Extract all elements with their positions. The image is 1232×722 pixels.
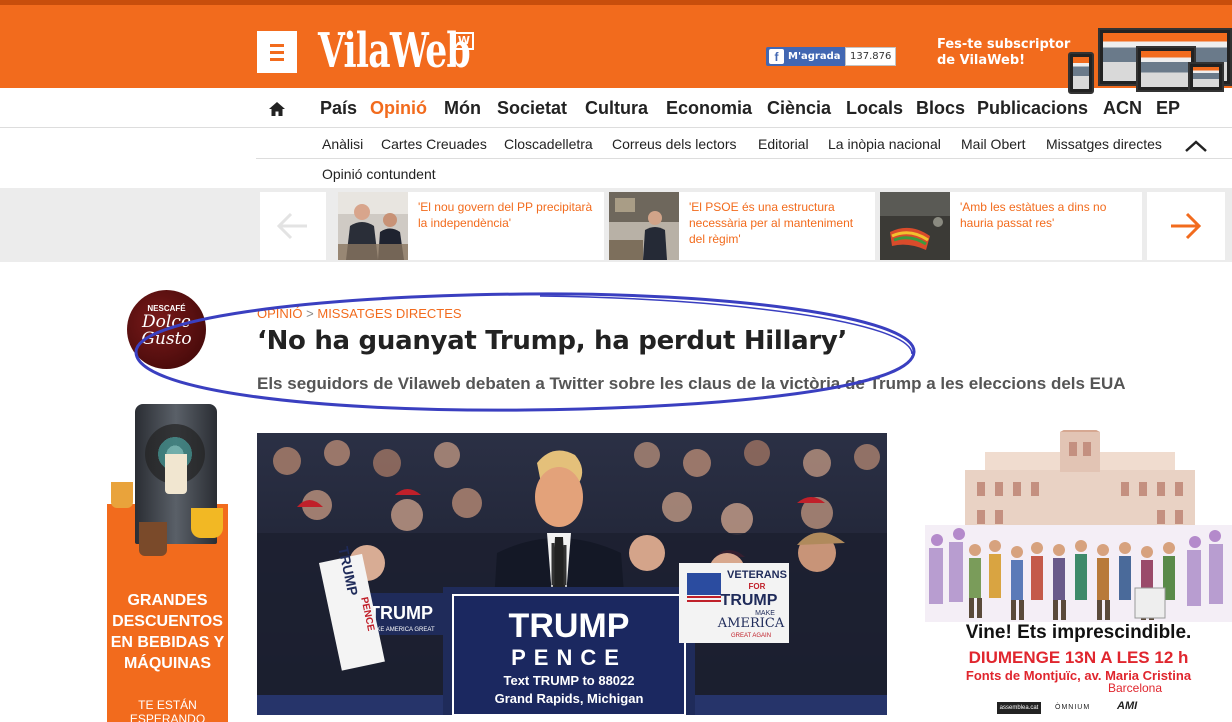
breadcrumb-subsection-link[interactable]: MISSATGES DIRECTES bbox=[317, 306, 461, 321]
nav-item-blocs[interactable]: Blocs bbox=[916, 98, 965, 119]
logo-badge: W bbox=[454, 32, 474, 50]
carousel-item-title: 'El nou govern del PP precipitarà la ind… bbox=[418, 200, 593, 230]
page: VilaWeb W f M'agrada 137.876 Fes-te subs… bbox=[0, 0, 1232, 722]
drink-cup-image bbox=[111, 482, 133, 508]
subnav-divider bbox=[256, 158, 1232, 159]
opinion-sub-navigation: Anàlisi Cartes Creuades Closcadelletra C… bbox=[256, 128, 1232, 188]
article-headline: ‘No ha guanyat Trump, ha perdut Hillary’ bbox=[257, 326, 848, 356]
article-subtitle: Els seguidors de Vilaweb debaten a Twitt… bbox=[257, 374, 1126, 393]
omnium-logo: ÒMNIUM bbox=[1055, 704, 1091, 711]
menu-bar-icon bbox=[270, 43, 284, 47]
podium-sign-text: TRUMP bbox=[509, 607, 630, 645]
nav-item-locals[interactable]: Locals bbox=[846, 98, 903, 119]
home-icon[interactable] bbox=[268, 101, 286, 117]
assemblea-logo: assemblea.cat bbox=[997, 702, 1041, 714]
sponsor-logo[interactable]: NESCAFÉ Dolce Gusto bbox=[127, 290, 206, 369]
ad-right-city: Barcelona bbox=[1107, 681, 1163, 695]
subnav-item-opinio-contundent[interactable]: Opinió contundent bbox=[322, 166, 436, 182]
subscribe-line-2: de VilaWeb! bbox=[937, 53, 1026, 68]
ad-right-slogan: Vine! Ets imprescindible. bbox=[965, 622, 1192, 643]
crowd-sign-text: TRUMP bbox=[369, 603, 433, 623]
breadcrumb-section-link[interactable]: OPINIÓ bbox=[257, 306, 303, 321]
facebook-like-count: 137.876 bbox=[845, 47, 897, 66]
subscribe-promo-link[interactable]: Fes-te subscriptor de VilaWeb! bbox=[937, 37, 1070, 69]
sponsor-name-line-2: Gusto bbox=[141, 329, 192, 349]
crowd-sign-text: TRUMP bbox=[721, 592, 778, 609]
carousel-item-title: 'El PSOE és una estructura necessària pe… bbox=[689, 200, 854, 246]
nav-item-acn[interactable]: ACN bbox=[1103, 98, 1142, 119]
carousel-item[interactable]: 'El nou govern del PP precipitarà la ind… bbox=[338, 192, 604, 260]
chevron-up-icon[interactable] bbox=[1184, 138, 1208, 154]
subnav-item-closcadelletra[interactable]: Closcadelletra bbox=[504, 136, 593, 152]
nav-item-cultura[interactable]: Cultura bbox=[585, 98, 648, 119]
podium-sign-text: PENCE bbox=[511, 645, 627, 670]
subscribe-line-1: Fes-te subscriptor bbox=[937, 37, 1071, 52]
nav-item-ep[interactable]: EP bbox=[1156, 98, 1180, 119]
crowd-sign-text: GREAT AGAIN bbox=[731, 633, 771, 639]
carousel-item[interactable]: 'Amb les estàtues a dins no hauria passa… bbox=[880, 192, 1142, 260]
arrow-right-icon bbox=[1171, 212, 1202, 240]
breadcrumb-separator: > bbox=[306, 306, 314, 321]
arrow-left-icon bbox=[276, 212, 307, 240]
menu-bar-icon bbox=[270, 57, 284, 61]
menu-bar-icon bbox=[270, 50, 284, 54]
ad-left-headline: GRANDES DESCUENTOS EN BEBIDAS Y MÁQUINAS bbox=[110, 592, 225, 672]
carousel-thumbnail bbox=[609, 192, 679, 260]
nav-item-opinio[interactable]: Opinió bbox=[370, 98, 427, 119]
nav-item-publicacions[interactable]: Publicacions bbox=[977, 98, 1088, 119]
sponsor-name: Dolce Gusto bbox=[127, 314, 206, 348]
devices-promo-image[interactable] bbox=[1068, 28, 1232, 94]
ad-left-footer: TE ESTÁN ESPERANDO bbox=[129, 698, 206, 722]
tablet-device-image bbox=[1136, 46, 1196, 92]
subnav-item-correus-lectors[interactable]: Correus dels lectors bbox=[612, 136, 737, 152]
facebook-like-button[interactable]: f M'agrada bbox=[766, 47, 847, 66]
subnav-item-missatges-directes[interactable]: Missatges directes bbox=[1046, 136, 1162, 152]
nav-item-societat[interactable]: Societat bbox=[497, 98, 567, 119]
drink-cup-image bbox=[139, 522, 167, 556]
podium-sign-text: Text TRUMP to 88022 bbox=[503, 673, 634, 688]
carousel-next-button[interactable] bbox=[1147, 192, 1225, 260]
main-navigation: País Opinió Món Societat Cultura Economi… bbox=[0, 88, 1232, 128]
carousel-thumbnail bbox=[338, 192, 408, 260]
podium-sign-text: Grand Rapids, Michigan bbox=[495, 691, 644, 706]
carousel-prev-button[interactable] bbox=[260, 192, 326, 260]
top-header-bar: VilaWeb W f M'agrada 137.876 Fes-te subs… bbox=[0, 0, 1232, 94]
carousel-thumbnail bbox=[880, 192, 950, 260]
nav-item-ciencia[interactable]: Ciència bbox=[767, 98, 831, 119]
trump-rally-image: TRUMP PENCE Text TRUMP to 88022 Grand Ra… bbox=[257, 433, 887, 715]
right-advertisement[interactable]: Vine! Ets imprescindible. DIUMENGE 13N A… bbox=[925, 430, 1232, 722]
carousel-item[interactable]: 'El PSOE és una estructura necessària pe… bbox=[609, 192, 875, 260]
facebook-like-label: M'agrada bbox=[788, 51, 841, 62]
nav-item-economia[interactable]: Economia bbox=[666, 98, 752, 119]
ad-right-date: DIUMENGE 13N A LES 12 h bbox=[968, 648, 1189, 667]
subnav-item-inopia-nacional[interactable]: La inòpia nacional bbox=[828, 136, 941, 152]
subnav-item-analisi[interactable]: Anàlisi bbox=[322, 136, 363, 152]
article-main-photo[interactable]: TRUMP PENCE Text TRUMP to 88022 Grand Ra… bbox=[257, 433, 887, 715]
crowd-sign-text: AMERICA bbox=[717, 616, 785, 631]
facebook-icon: f bbox=[769, 49, 784, 64]
hamburger-menu-button[interactable] bbox=[257, 31, 297, 73]
subnav-item-cartes-creuades[interactable]: Cartes Creuades bbox=[381, 136, 487, 152]
subnav-item-editorial[interactable]: Editorial bbox=[758, 136, 809, 152]
ami-logo: AMI bbox=[1117, 700, 1138, 712]
breadcrumb: OPINIÓ > MISSATGES DIRECTES bbox=[257, 306, 462, 321]
related-articles-carousel: 'El nou govern del PP precipitarà la ind… bbox=[0, 188, 1232, 262]
left-advertisement[interactable]: GRANDES DESCUENTOS EN BEBIDAS Y MÁQUINAS… bbox=[107, 404, 228, 722]
ad-illustration bbox=[925, 430, 1232, 622]
nav-item-pais[interactable]: País bbox=[320, 98, 357, 119]
subnav-item-mail-obert[interactable]: Mail Obert bbox=[961, 136, 1026, 152]
nav-item-mon[interactable]: Món bbox=[444, 98, 481, 119]
vilaweb-logo[interactable]: VilaWeb bbox=[318, 23, 471, 79]
carousel-item-title: 'Amb les estàtues a dins no hauria passa… bbox=[960, 200, 1107, 230]
drink-mug-image bbox=[191, 508, 223, 538]
crowd-sign-text: VETERANS bbox=[727, 569, 787, 581]
crowd-sign-text: FOR bbox=[749, 582, 766, 591]
